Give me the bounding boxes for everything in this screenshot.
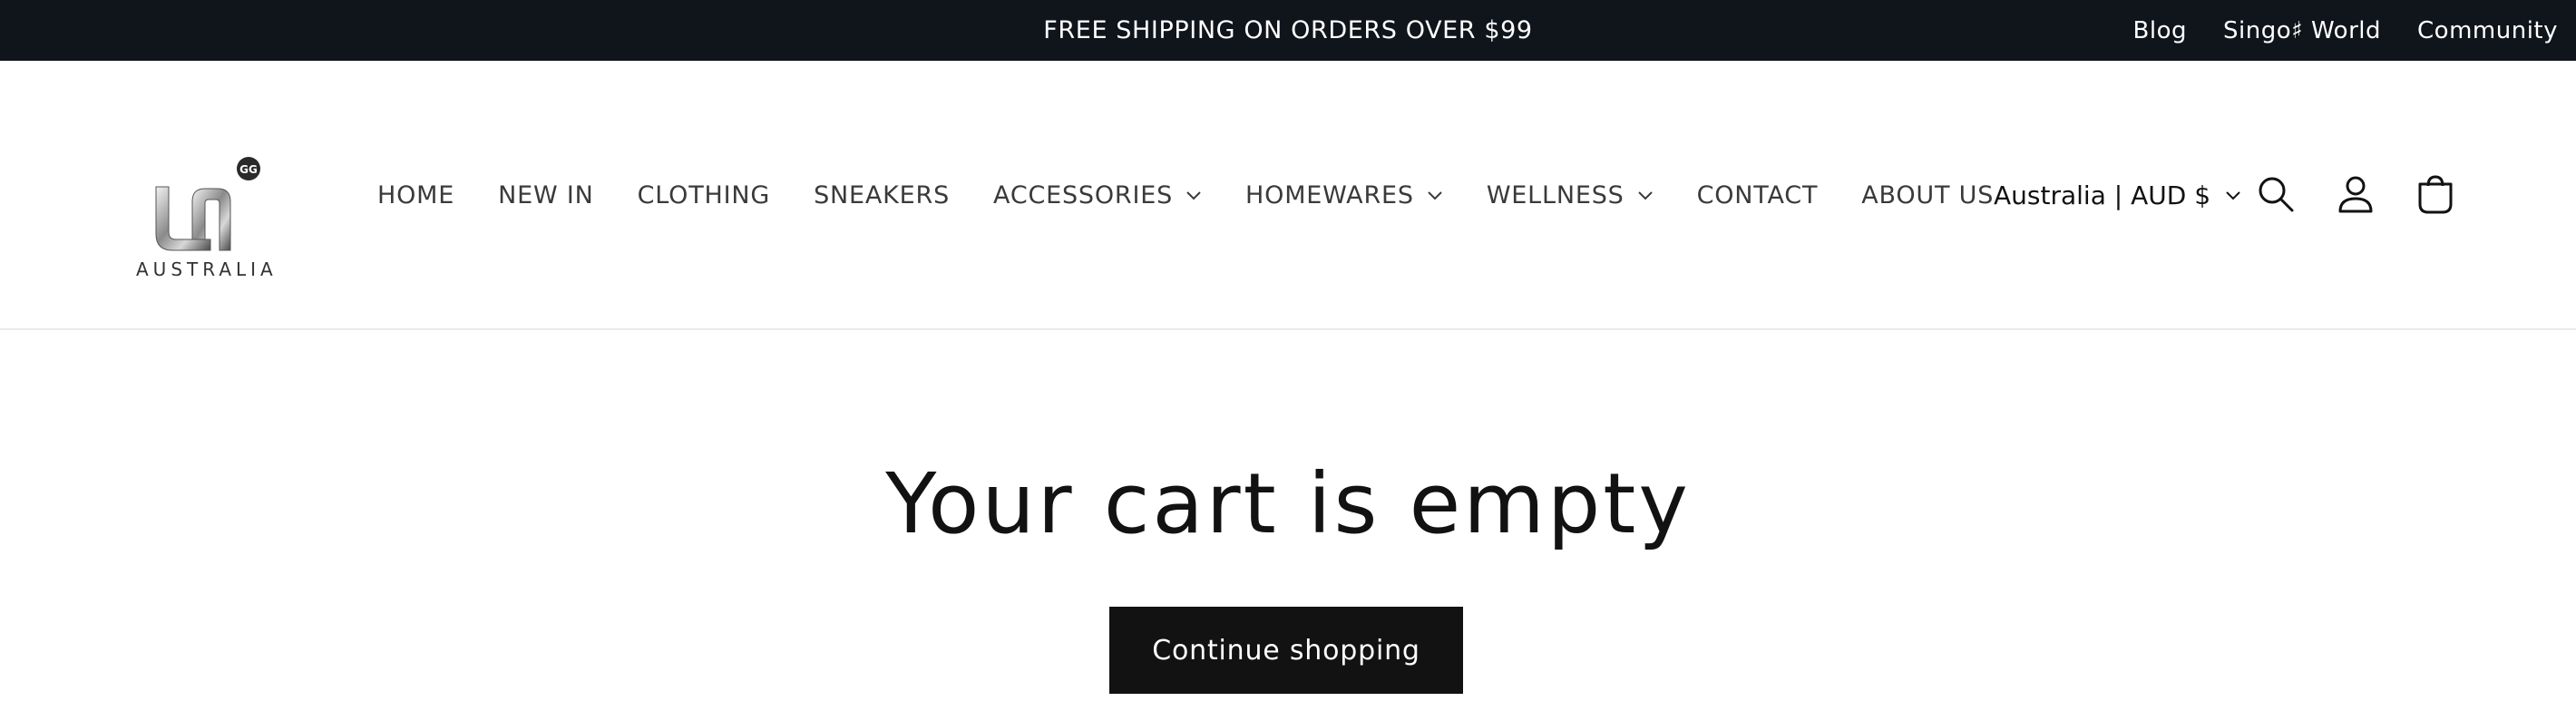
chevron-down-icon [2225,190,2241,201]
continue-shopping-button[interactable]: Continue shopping [1109,607,1463,694]
chevron-down-icon [1637,190,1654,201]
nav-home[interactable]: HOME [377,181,454,209]
search-icon [2259,177,2294,212]
community-link[interactable]: Community [2417,17,2558,44]
user-icon [2338,176,2373,213]
chevron-down-icon [1427,190,1443,201]
logo[interactable]: GG AUSTRALIA [136,156,278,294]
locale-selector[interactable]: Australia | AUD $ [1994,61,2248,330]
singo-world-link[interactable]: Singo♯ World [2223,17,2381,44]
svg-text:GG: GG [239,163,258,176]
site-header: GG AUSTRALIA HOME NEW IN CLOTHING SNEAKE… [0,61,2576,330]
chevron-down-icon [1186,190,1202,201]
nav-homewares[interactable]: HOMEWARES [1245,181,1443,209]
logo-text: AUSTRALIA [136,258,278,280]
logo-mark-icon: GG [155,157,260,251]
page-title: Your cart is empty [885,455,1691,552]
nav-wellness[interactable]: WELLNESS [1487,181,1654,209]
announcement-bar: FREE SHIPPING ON ORDERS OVER $99 Blog Si… [0,0,2576,61]
nav-sneakers[interactable]: SNEAKERS [814,181,950,209]
nav-new-in[interactable]: NEW IN [498,181,594,209]
search-button[interactable] [2255,173,2297,215]
cart-button[interactable] [2415,173,2456,215]
blog-link[interactable]: Blog [2133,17,2187,44]
nav-clothing[interactable]: CLOTHING [638,181,770,209]
nav-accessories[interactable]: ACCESSORIES [993,181,1202,209]
main-nav: HOME NEW IN CLOTHING SNEAKERS ACCESSORIE… [377,61,2037,330]
nav-about-us[interactable]: ABOUT US [1861,181,1994,209]
utility-links: Blog Singo♯ World Community [2133,0,2558,61]
cart-main: Your cart is empty Continue shopping [0,332,2576,711]
account-button[interactable] [2335,173,2376,215]
cart-icon [2418,175,2453,214]
nav-contact[interactable]: CONTACT [1697,181,1819,209]
